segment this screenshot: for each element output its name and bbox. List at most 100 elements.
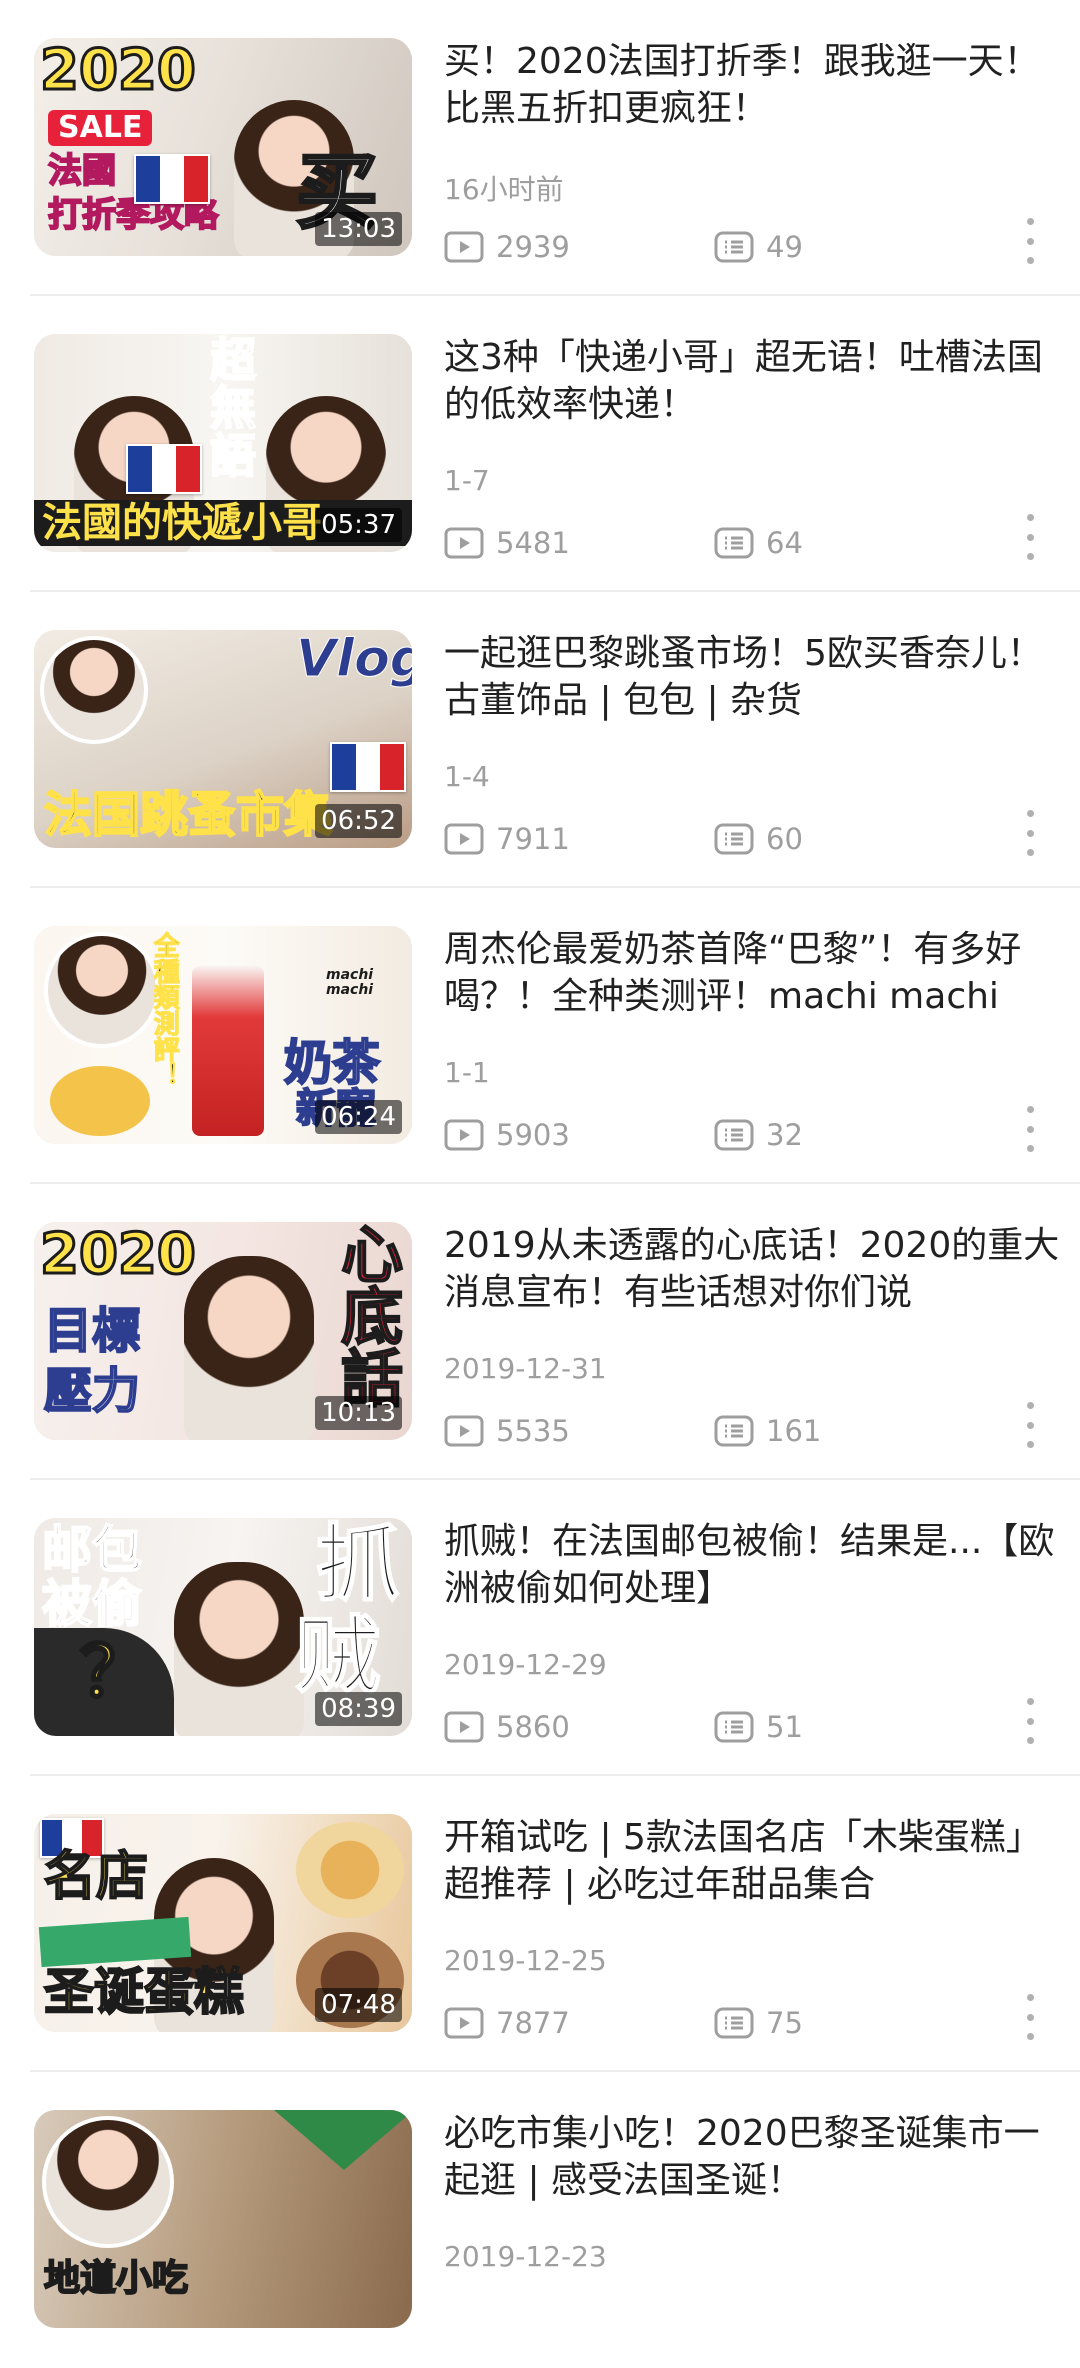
play-icon (444, 231, 484, 263)
comment-count-label: 161 (766, 1414, 822, 1448)
thumbnail-caption: 贼 (295, 1607, 381, 1705)
comment-count-label: 49 (766, 230, 803, 264)
more-vertical-icon[interactable] (1020, 1698, 1040, 1744)
play-icon (444, 2007, 484, 2039)
video-item[interactable]: 地道小吃 必吃市集小吃！2020巴黎圣诞集市一起逛 | 感受法国圣诞！ 2019… (30, 2072, 1080, 2368)
view-count-label: 5535 (496, 1414, 570, 1448)
more-vertical-icon[interactable] (1020, 1402, 1040, 1448)
video-title[interactable]: 这3种「快递小哥」超无语！吐槽法国的低效率快递！ (444, 334, 1074, 428)
thumbnail-caption: 心底話 (329, 1222, 404, 1409)
thumbnail-caption: ？ (79, 1631, 152, 1713)
video-title[interactable]: 一起逛巴黎跳蚤市场！5欧买香奈儿！古董饰品 | 包包 | 杂货 (444, 630, 1074, 724)
video-title[interactable]: 开箱试吃 | 5款法国名店「木柴蛋糕」超推荐 | 必吃过年甜品集合 (444, 1814, 1074, 1908)
video-thumbnail[interactable]: Vlog 法国跳蚤市集 06:52 (34, 630, 412, 848)
video-item[interactable]: 邮包 被偷 ？ 抓 贼 08:39 抓贼！在法国邮包被偷！结果是...【欧洲被偷… (30, 1480, 1080, 1776)
view-count-label: 2939 (496, 230, 570, 264)
comment-icon (714, 527, 754, 559)
french-flag-icon (126, 444, 202, 494)
comment-count: 161 (714, 1414, 821, 1448)
view-count-label: 7877 (496, 2006, 570, 2040)
play-icon (444, 823, 484, 855)
video-duration: 05:37 (315, 508, 402, 542)
video-thumbnail[interactable]: 超 無 語 法國的快遞小哥 05:37 (34, 334, 412, 552)
comment-count-label: 32 (766, 1118, 803, 1152)
video-list: 2020 SALE 法國 打折季攻略 买 13:03 买！2020法国打折季！跟… (0, 0, 1080, 2368)
view-count-label: 7911 (496, 822, 570, 856)
thumbnail-caption: 名店 (43, 1847, 149, 1907)
video-thumbnail[interactable]: 名店 圣诞蛋糕 07:48 (34, 1814, 412, 2032)
more-vertical-icon[interactable] (1020, 1106, 1040, 1152)
video-thumbnail[interactable]: 地道小吃 (34, 2110, 412, 2328)
video-item[interactable]: 2020 目標 壓力 心底話 10:13 2019从未透露的心底话！2020的重… (30, 1184, 1080, 1480)
thumbnail-caption: 抓 (315, 1518, 401, 1613)
more-vertical-icon[interactable] (1020, 810, 1040, 856)
video-duration: 07:48 (315, 1988, 402, 2022)
video-duration: 08:39 (315, 1692, 402, 1726)
comment-count: 51 (714, 1710, 803, 1744)
view-count: 5860 (444, 1710, 570, 1744)
comment-count: 64 (714, 526, 803, 560)
thumbnail-caption: 法国跳蚤市集 (43, 787, 333, 843)
comment-count: 75 (714, 2006, 803, 2040)
video-title[interactable]: 必吃市集小吃！2020巴黎圣诞集市一起逛 | 感受法国圣诞！ (444, 2110, 1074, 2204)
thumbnail-caption: SALE (48, 110, 153, 146)
comment-icon (714, 231, 754, 263)
view-count-label: 5481 (496, 526, 570, 560)
video-title[interactable]: 2019从未透露的心底话！2020的重大消息宣布！有些话想对你们说 (444, 1222, 1074, 1316)
comment-count-label: 51 (766, 1710, 803, 1744)
thumbnail-caption: 超 (209, 334, 257, 387)
comment-count: 60 (714, 822, 803, 856)
comment-count: 49 (714, 230, 803, 264)
comment-count-label: 75 (766, 2006, 803, 2040)
comment-icon (714, 1415, 754, 1447)
video-title[interactable]: 买！2020法国打折季！跟我逛一天！比黑五折扣更疯狂！ (444, 38, 1074, 132)
view-count: 7877 (444, 2006, 570, 2040)
play-icon (444, 527, 484, 559)
christmas-decoration (274, 2110, 412, 2170)
comment-count-label: 64 (766, 526, 803, 560)
video-item[interactable]: Vlog 法国跳蚤市集 06:52 一起逛巴黎跳蚤市场！5欧买香奈儿！古董饰品 … (30, 592, 1080, 888)
video-thumbnail[interactable]: 全種類測評！ 奶茶 新寵 machi machi 06:24 (34, 926, 412, 1144)
video-item[interactable]: 全種類測評！ 奶茶 新寵 machi machi 06:24 周杰伦最爱奶茶首降… (30, 888, 1080, 1184)
more-vertical-icon[interactable] (1020, 514, 1040, 560)
video-date: 16小时前 (444, 173, 564, 206)
video-item[interactable]: 超 無 語 法國的快遞小哥 05:37 这3种「快递小哥」超无语！吐槽法国的低效… (30, 296, 1080, 592)
thumbnail-caption: 地道小吃 (43, 2258, 189, 2299)
view-count: 7911 (444, 822, 570, 856)
thumbnail-caption: 全種類測評！ (149, 932, 180, 1089)
comment-icon (714, 2007, 754, 2039)
view-count-label: 5903 (496, 1118, 570, 1152)
video-duration: 06:52 (315, 804, 402, 838)
video-item[interactable]: 2020 SALE 法國 打折季攻略 买 13:03 买！2020法国打折季！跟… (30, 0, 1080, 296)
more-vertical-icon[interactable] (1020, 1994, 1040, 2040)
video-title[interactable]: 周杰伦最爱奶茶首降“巴黎”！有多好喝？！全种类测评！machi machi (444, 926, 1074, 1020)
thumbnail-caption: 奶茶 (283, 1035, 381, 1091)
cake-illustration (296, 1822, 404, 1918)
more-vertical-icon[interactable] (1020, 218, 1040, 264)
video-thumbnail[interactable]: 2020 SALE 法國 打折季攻略 买 13:03 (34, 38, 412, 256)
video-date: 2019-12-29 (444, 1648, 607, 1681)
thumbnail-caption: 目標 (43, 1303, 141, 1359)
view-count: 5535 (444, 1414, 570, 1448)
view-count: 2939 (444, 230, 570, 264)
video-duration: 10:13 (315, 1396, 402, 1430)
play-icon (444, 1711, 484, 1743)
thumbnail-caption: 無 (209, 381, 257, 435)
video-thumbnail[interactable]: 2020 目標 壓力 心底話 10:13 (34, 1222, 412, 1440)
thumbnail-caption: 被偷 (41, 1575, 143, 1633)
thumbnail-caption: 邮包 (41, 1521, 143, 1579)
thumbnail-caption: 壓力 (43, 1363, 141, 1419)
comment-icon (714, 1711, 754, 1743)
view-count: 5481 (444, 526, 570, 560)
video-thumbnail[interactable]: 邮包 被偷 ？ 抓 贼 08:39 (34, 1518, 412, 1736)
view-count: 5903 (444, 1118, 570, 1152)
milk-tea-cup-illustration (192, 966, 264, 1136)
thumbnail-caption: 2020 (39, 1222, 198, 1287)
video-date: 1-1 (444, 1056, 490, 1089)
comment-icon (714, 823, 754, 855)
video-title[interactable]: 抓贼！在法国邮包被偷！结果是...【欧洲被偷如何处理】 (444, 1518, 1074, 1612)
thumbnail-caption: 語 (209, 429, 257, 483)
video-item[interactable]: 名店 圣诞蛋糕 07:48 开箱试吃 | 5款法国名店「木柴蛋糕」超推荐 | 必… (30, 1776, 1080, 2072)
comment-count: 32 (714, 1118, 803, 1152)
play-icon (444, 1119, 484, 1151)
